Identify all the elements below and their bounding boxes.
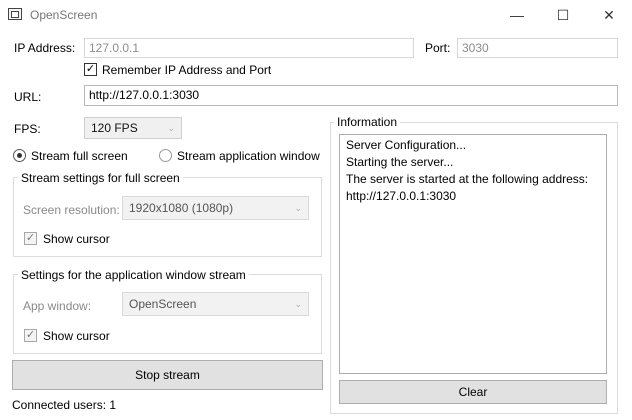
fps-label: FPS: xyxy=(14,122,41,136)
screen-resolution-label: Screen resolution: xyxy=(23,203,120,217)
connected-users-status: Connected users: 1 xyxy=(12,398,117,412)
ip-address-field[interactable]: 127.0.0.1 xyxy=(84,38,414,58)
stream-app-window-label: Stream application window xyxy=(177,149,320,163)
port-field[interactable]: 3030 xyxy=(457,38,618,58)
chevron-down-icon: ⌄ xyxy=(294,203,302,213)
ip-address-label: IP Address: xyxy=(14,41,76,55)
stop-stream-button[interactable]: Stop stream xyxy=(12,360,323,390)
app-window-value: OpenScreen xyxy=(129,297,197,311)
appwindow-show-cursor-label: Show cursor xyxy=(43,329,110,343)
close-button[interactable]: ✕ xyxy=(586,0,632,30)
url-label: URL: xyxy=(14,90,42,104)
fullscreen-settings-title: Stream settings for full screen xyxy=(18,171,183,185)
window-title: OpenScreen xyxy=(30,8,98,22)
stream-full-screen-label: Stream full screen xyxy=(31,149,128,163)
fullscreen-show-cursor-checkbox[interactable]: ✓ xyxy=(24,232,37,245)
minimize-button[interactable]: — xyxy=(494,0,540,30)
maximize-button[interactable]: ☐ xyxy=(540,0,586,30)
title-bar: OpenScreen — ☐ ✕ xyxy=(0,0,632,30)
screen-resolution-select[interactable]: 1920x1080 (1080p) ⌄ xyxy=(122,196,309,220)
remember-checkbox[interactable]: ✓ xyxy=(84,63,97,76)
url-field[interactable]: http://127.0.0.1:3030 xyxy=(84,85,618,106)
stream-app-window-radio[interactable] xyxy=(159,149,172,162)
fps-select[interactable]: 120 FPS ⌄ xyxy=(84,117,182,139)
fps-value: 120 FPS xyxy=(91,121,138,135)
check-icon: ✓ xyxy=(85,63,96,75)
chevron-down-icon: ⌄ xyxy=(167,123,175,133)
remember-label: Remember IP Address and Port xyxy=(102,63,272,77)
appwindow-show-cursor-checkbox[interactable]: ✓ xyxy=(24,329,37,342)
app-window-select[interactable]: OpenScreen ⌄ xyxy=(122,292,309,316)
port-label: Port: xyxy=(425,41,451,55)
log-line: http://127.0.0.1:3030 xyxy=(346,189,457,203)
check-icon: ✓ xyxy=(25,232,36,244)
check-icon: ✓ xyxy=(25,329,36,341)
appwindow-settings-title: Settings for the application window stre… xyxy=(18,268,249,282)
fullscreen-show-cursor-label: Show cursor xyxy=(43,232,110,246)
chevron-down-icon: ⌄ xyxy=(294,299,302,309)
app-window-label: App window: xyxy=(23,299,92,313)
clear-button[interactable]: Clear xyxy=(339,380,607,404)
log-line: The server is started at the following a… xyxy=(346,172,589,186)
information-log[interactable]: Server Configuration... Starting the ser… xyxy=(339,134,607,374)
app-icon xyxy=(8,8,22,20)
screen-resolution-value: 1920x1080 (1080p) xyxy=(129,201,234,215)
stream-full-screen-radio[interactable] xyxy=(13,149,26,162)
log-line: Starting the server... xyxy=(346,155,454,169)
information-title: Information xyxy=(334,115,401,129)
log-line: Server Configuration... xyxy=(346,138,467,152)
